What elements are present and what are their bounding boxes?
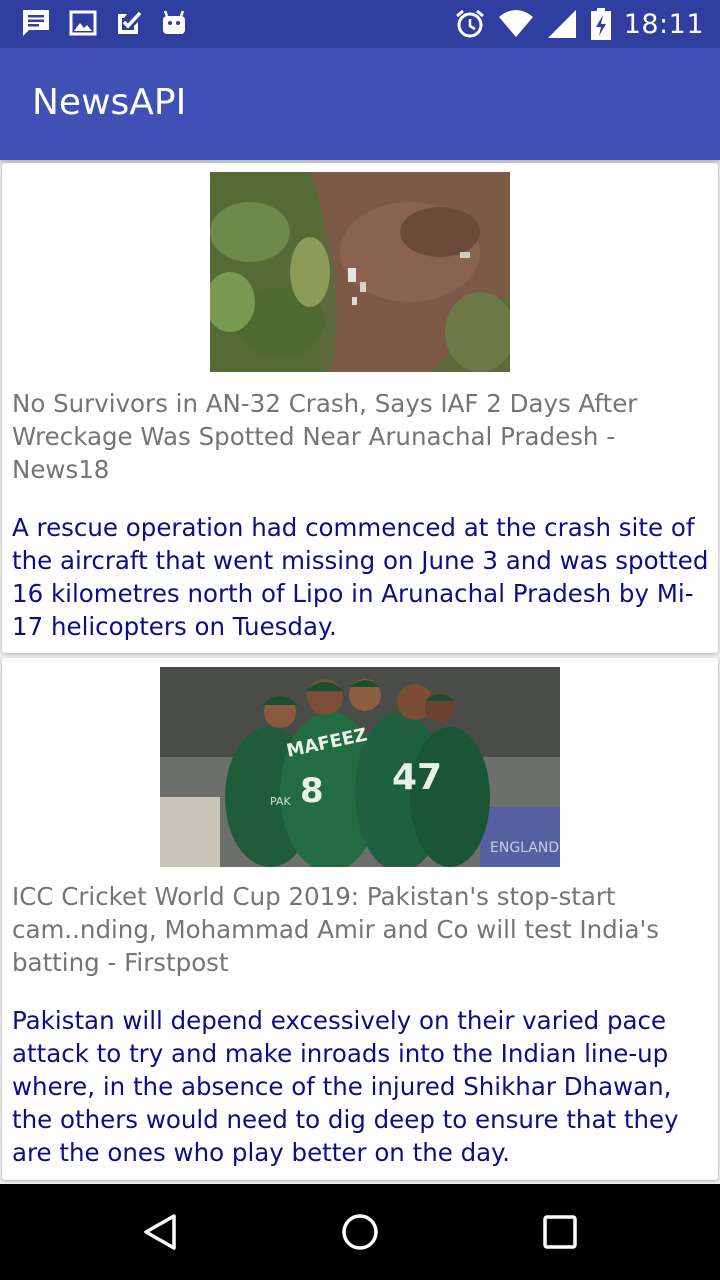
wifi-icon [498,10,533,37]
news-card[interactable]: ENGLAND MAFEEZ 8 47 PAK ICC Cricket Worl… [2,658,718,1180]
notification-icons [20,7,188,39]
status-bar: 18:11 [0,0,720,48]
article-title[interactable]: ICC Cricket World Cup 2019: Pakistan's s… [12,880,708,979]
image-text-england: ENGLAND [490,840,559,856]
image-text-number-2: 47 [392,757,442,798]
news-card[interactable]: No Survivors in AN-32 Crash, Says IAF 2 … [2,163,718,653]
recent-apps-icon[interactable] [540,1212,580,1252]
image-icon [69,10,97,36]
article-title[interactable]: No Survivors in AN-32 Crash, Says IAF 2 … [12,387,708,486]
back-icon[interactable] [140,1212,180,1252]
app-title: NewsAPI [32,82,187,123]
android-icon [163,10,185,34]
image-text-number: 8 [300,771,324,811]
article-description[interactable]: Pakistan will depend excessively on thei… [12,1004,710,1169]
image-text-pak: PAK [270,795,291,808]
check-icon [118,11,142,34]
signal-icon [547,10,576,38]
message-icon [23,10,49,36]
news-list[interactable]: No Survivors in AN-32 Crash, Says IAF 2 … [0,161,720,1183]
navigation-bar [0,1184,720,1280]
alarm-icon [455,9,484,38]
home-icon[interactable] [340,1212,380,1252]
app-bar: NewsAPI [0,48,720,160]
article-image[interactable] [210,172,510,372]
article-description[interactable]: A rescue operation had commenced at the … [12,511,710,643]
article-image[interactable]: ENGLAND MAFEEZ 8 47 PAK [160,667,560,867]
battery-charging-icon [590,8,611,40]
system-status-icons: 18:11 [454,6,704,42]
clock: 18:11 [623,8,704,40]
